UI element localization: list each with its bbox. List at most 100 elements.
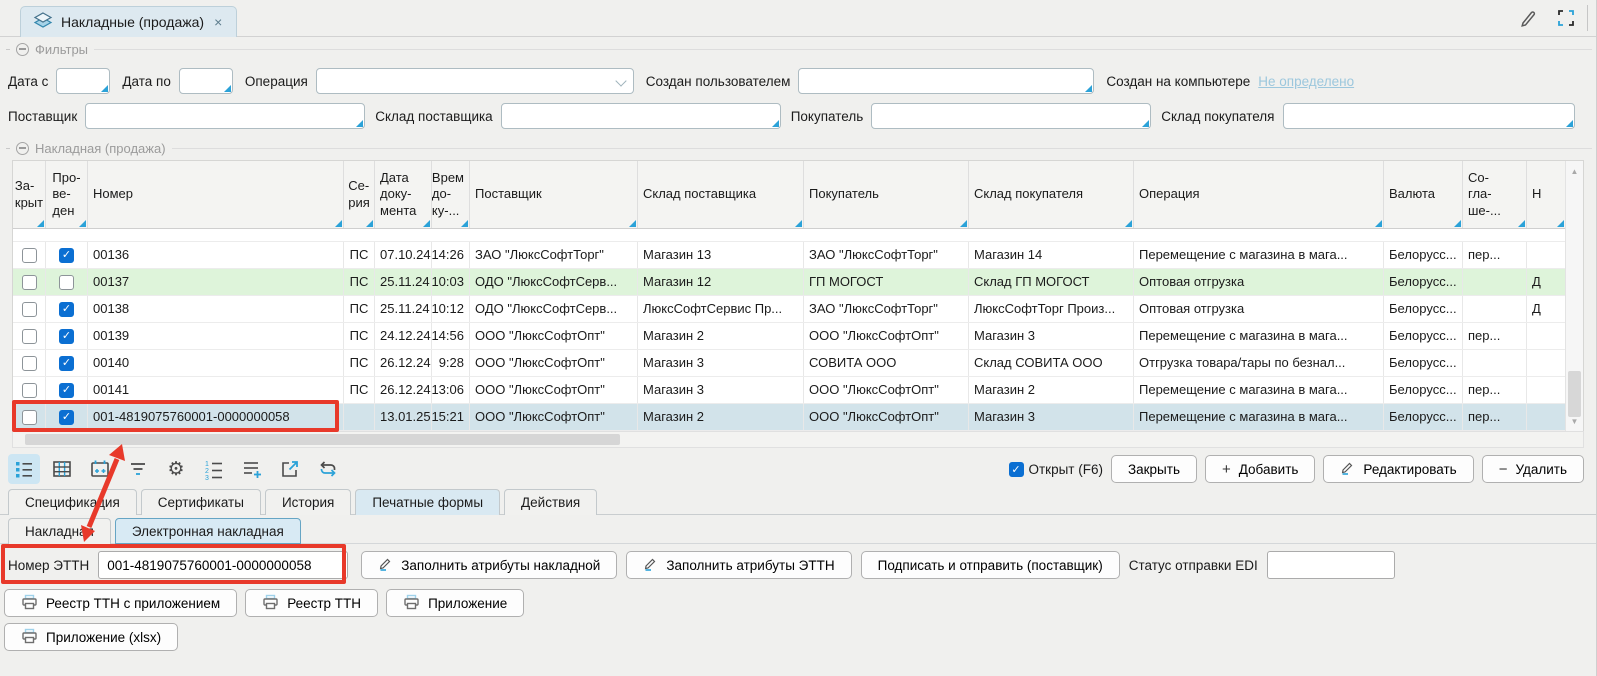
posted-checkbox[interactable]: [59, 383, 74, 398]
add-button[interactable]: +Добавить: [1205, 455, 1315, 483]
created-by-field[interactable]: [798, 68, 1094, 94]
settings-gear-icon[interactable]: ⚙: [160, 454, 192, 484]
filter-icon[interactable]: [122, 454, 154, 484]
column-header-posted[interactable]: Про- ве- ден: [46, 161, 88, 228]
open-f6-checkbox[interactable]: Открыт (F6): [1009, 462, 1103, 477]
operation-filter-select[interactable]: [316, 68, 634, 94]
posted-checkbox[interactable]: [59, 275, 74, 290]
edit-button[interactable]: Редактировать: [1323, 455, 1473, 483]
add-list-icon[interactable]: [236, 454, 268, 484]
date-from-field[interactable]: [56, 68, 110, 94]
edi-status-field[interactable]: [1267, 551, 1395, 579]
tab-main-2[interactable]: История: [265, 489, 351, 515]
table-row[interactable]: 00141ПС26.12.2413:06ООО "ЛюксСофтОпт"Маг…: [13, 377, 1565, 404]
edi-status-input[interactable]: [1268, 552, 1394, 578]
print-registry-with-appendix-button[interactable]: Реестр ТТН с приложением: [4, 589, 237, 617]
collapse-filters-icon[interactable]: [16, 43, 29, 56]
vertical-scroll-thumb[interactable]: [1568, 371, 1581, 417]
supplier-wh-filter-input[interactable]: [502, 104, 780, 128]
fullscreen-icon[interactable]: [1553, 5, 1579, 31]
ettn-number-input[interactable]: [99, 552, 347, 578]
horizontal-scroll-thumb[interactable]: [25, 434, 620, 445]
table-row[interactable]: 00137ПС25.11.2410:03ОДО "ЛюксСофтСерв...…: [13, 269, 1565, 296]
column-header-buyer[interactable]: Покупатель: [804, 161, 969, 228]
column-header-date[interactable]: Дата доку- мента: [375, 161, 432, 228]
tab-main-4[interactable]: Действия: [504, 489, 597, 515]
table-row[interactable]: 0000134ПС27.06.249:32ЗАО "ЛюксСофтТорг"М…: [13, 229, 1565, 242]
created-on-link[interactable]: Не определено: [1258, 74, 1354, 89]
cell-number: 00139: [88, 323, 344, 349]
table-row[interactable]: 00139ПС24.12.2414:56ООО "ЛюксСофтОпт"Маг…: [13, 323, 1565, 350]
column-header-operation[interactable]: Операция: [1134, 161, 1384, 228]
tab-sub-1[interactable]: Электронная накладная: [115, 518, 301, 544]
buyer-filter-field[interactable]: [871, 103, 1151, 129]
delete-button[interactable]: −Удалить: [1482, 455, 1584, 483]
column-header-n[interactable]: Н: [1527, 161, 1565, 228]
scroll-down-icon[interactable]: ▼: [1566, 413, 1583, 429]
ettn-number-field[interactable]: [98, 551, 348, 579]
supplier-filter-field[interactable]: [85, 103, 365, 129]
closed-checkbox[interactable]: [22, 302, 37, 317]
column-header-agreement[interactable]: Со- гла- ше-...: [1463, 161, 1527, 228]
print-appendix-button[interactable]: Приложение: [386, 589, 524, 617]
closed-checkbox[interactable]: [22, 383, 37, 398]
posted-checkbox[interactable]: [59, 329, 74, 344]
cell-currency: Белорусс...: [1384, 323, 1463, 349]
scroll-up-icon[interactable]: ▲: [1566, 163, 1583, 179]
tab-invoices-sale[interactable]: Накладные (продажа) ×: [20, 6, 237, 37]
closed-checkbox[interactable]: [22, 275, 37, 290]
closed-checkbox[interactable]: [22, 356, 37, 371]
fill-ettn-attrs-button[interactable]: Заполнить атрибуты ЭТТН: [626, 551, 851, 579]
calendar-view-icon[interactable]: [84, 454, 116, 484]
column-header-supplier_wh[interactable]: Склад поставщика: [638, 161, 804, 228]
supplier-filter-input[interactable]: [86, 104, 364, 128]
tab-main-0[interactable]: Спецификация: [8, 489, 137, 515]
buyer-wh-filter-field[interactable]: [1283, 103, 1575, 129]
edit-pencil-icon[interactable]: [1515, 5, 1541, 31]
date-from-input[interactable]: [57, 69, 109, 93]
created-by-input[interactable]: [799, 69, 1093, 93]
posted-checkbox[interactable]: [59, 356, 74, 371]
column-header-buyer_wh[interactable]: Склад покупателя: [969, 161, 1134, 228]
table-row[interactable]: 00136ПС07.10.2414:26ЗАО "ЛюксСофтТорг"Ма…: [13, 242, 1565, 269]
column-header-closed[interactable]: За- крыт: [13, 161, 46, 228]
buyer-filter-input[interactable]: [872, 104, 1150, 128]
open-in-window-icon[interactable]: [274, 454, 306, 484]
date-to-field[interactable]: [179, 68, 233, 94]
tab-main-3[interactable]: Печатные формы: [355, 489, 500, 515]
horizontal-scrollbar[interactable]: [12, 431, 1584, 448]
column-header-series[interactable]: Се- рия: [344, 161, 375, 228]
posted-checkbox[interactable]: [59, 410, 74, 425]
open-f6-checkbox-box[interactable]: [1009, 462, 1024, 477]
column-header-number[interactable]: Номер: [88, 161, 344, 228]
posted-checkbox[interactable]: [59, 302, 74, 317]
closed-checkbox[interactable]: [22, 248, 37, 263]
column-header-currency[interactable]: Валюта: [1384, 161, 1463, 228]
print-appendix-xlsx-button[interactable]: Приложение (xlsx): [4, 623, 178, 651]
vertical-scrollbar[interactable]: ▲ ▼: [1565, 161, 1583, 431]
cell-currency: Белорусс...: [1384, 296, 1463, 322]
numbered-list-icon[interactable]: 123: [198, 454, 230, 484]
table-row[interactable]: 00140ПС26.12.249:28ООО "ЛюксСофтОпт"Мага…: [13, 350, 1565, 377]
table-row[interactable]: 001-4819075760001-000000005813.01.2515:2…: [13, 404, 1565, 431]
supplier-wh-filter-field[interactable]: [501, 103, 781, 129]
closed-checkbox[interactable]: [22, 329, 37, 344]
collapse-grid-icon[interactable]: [16, 142, 29, 155]
tab-main-1[interactable]: Сертификаты: [141, 489, 261, 515]
refresh-icon[interactable]: [312, 454, 344, 484]
table-row[interactable]: 00138ПС25.11.2410:12ОДО "ЛюксСофтСерв...…: [13, 296, 1565, 323]
tab-sub-0[interactable]: Накладная: [8, 518, 111, 544]
sign-and-send-button[interactable]: Подписать и отправить (поставщик): [861, 551, 1120, 579]
table-view-icon[interactable]: [46, 454, 78, 484]
posted-checkbox[interactable]: [59, 248, 74, 263]
column-header-supplier[interactable]: Поставщик: [470, 161, 638, 228]
list-view-icon[interactable]: [8, 454, 40, 484]
print-registry-button[interactable]: Реестр ТТН: [245, 589, 378, 617]
fill-invoice-attrs-button[interactable]: Заполнить атрибуты накладной: [361, 551, 617, 579]
column-header-time[interactable]: Врем до- ку-...: [432, 161, 470, 228]
close-icon[interactable]: ×: [212, 14, 224, 30]
buyer-wh-filter-input[interactable]: [1284, 104, 1574, 128]
date-to-input[interactable]: [180, 69, 232, 93]
closed-checkbox[interactable]: [22, 410, 37, 425]
close-button[interactable]: Закрыть: [1111, 455, 1197, 483]
